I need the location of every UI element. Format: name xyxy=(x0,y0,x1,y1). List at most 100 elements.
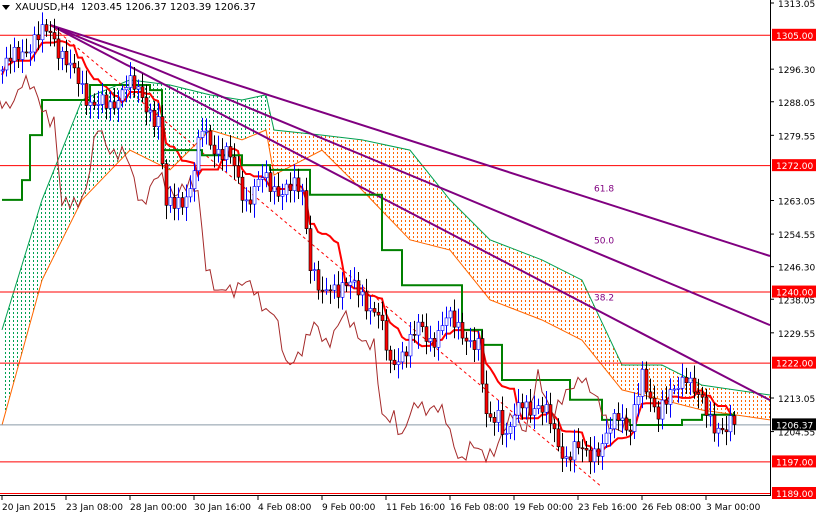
candle-body xyxy=(456,322,461,328)
candle-body xyxy=(204,130,209,133)
candle-body xyxy=(108,101,113,109)
candle-body xyxy=(572,441,577,461)
candle-body xyxy=(84,83,89,106)
candle-body xyxy=(496,410,501,423)
candle-body xyxy=(268,172,273,192)
candle-body xyxy=(660,399,665,420)
candle-body xyxy=(28,51,33,54)
candle-body xyxy=(400,351,405,363)
candle-body xyxy=(176,197,181,209)
cloud-segment xyxy=(322,135,362,191)
candle-body xyxy=(368,308,373,312)
candle-body xyxy=(292,177,297,191)
candle-body xyxy=(60,50,65,59)
candle-body xyxy=(524,401,529,409)
cloud-segment xyxy=(410,150,450,251)
price-chart[interactable]: 61.8 50.0 38.2 1313.05 1296.30 1288.05 1279.5… xyxy=(0,0,816,516)
candle-body xyxy=(52,32,57,40)
candle-body xyxy=(532,408,537,416)
ichimoku-cloud xyxy=(1,79,771,426)
candle-body xyxy=(580,447,585,450)
candle-body xyxy=(604,432,609,444)
candle-body xyxy=(392,359,397,365)
candle-body xyxy=(416,321,421,336)
cloud-segment xyxy=(42,99,82,281)
candle-body xyxy=(664,399,669,405)
level-label: 1240.00 xyxy=(776,289,813,299)
candle-body xyxy=(652,397,657,408)
candle-body xyxy=(596,448,601,457)
fan-label: 50.0 xyxy=(594,237,614,247)
candle-body xyxy=(8,57,13,62)
candle-body xyxy=(528,401,533,416)
candle-body xyxy=(520,402,525,409)
candle-body xyxy=(636,396,641,405)
candle-body xyxy=(444,317,449,326)
candle-body xyxy=(72,62,77,69)
candle-body xyxy=(124,87,129,91)
candle-body xyxy=(164,163,169,206)
level-label: 1305.00 xyxy=(776,32,813,42)
candle-body xyxy=(476,338,481,350)
candle-body xyxy=(436,330,441,348)
candle-body xyxy=(624,417,629,431)
candle-body xyxy=(728,415,733,433)
time-tick-label: 16 Feb 08:00 xyxy=(450,503,509,513)
candle-body xyxy=(20,51,25,60)
cloud-segment xyxy=(362,139,410,240)
candle-body xyxy=(96,104,101,106)
candle-body xyxy=(160,116,165,164)
candle-body xyxy=(576,441,581,449)
candle-body xyxy=(680,377,685,389)
candle-body xyxy=(372,308,377,313)
level-label: 1189.00 xyxy=(776,490,813,500)
candle-body xyxy=(316,269,321,291)
candle-body xyxy=(44,24,49,32)
time-tick-label: 26 Feb 08:00 xyxy=(642,503,701,513)
candle-body xyxy=(332,284,337,291)
candle-body xyxy=(584,448,589,451)
candle-body xyxy=(724,429,729,433)
dropdown-triangle-icon[interactable] xyxy=(2,4,10,10)
candle-body xyxy=(452,310,457,328)
candle-body xyxy=(720,427,725,431)
candle-body xyxy=(472,340,477,350)
candle-body xyxy=(480,338,485,385)
candle-body xyxy=(236,165,241,178)
candle-body xyxy=(56,38,61,59)
time-tick-label: 3 Mar 00:00 xyxy=(706,503,761,513)
cloud-segment xyxy=(242,94,266,140)
candle-body xyxy=(440,325,445,331)
candle-body xyxy=(68,62,73,66)
candle-body xyxy=(48,30,53,33)
candle-body xyxy=(100,94,105,105)
candle-body xyxy=(644,369,649,393)
candle-body xyxy=(460,322,465,339)
candle-body xyxy=(632,404,637,432)
candle-body xyxy=(216,149,221,155)
candle-body xyxy=(308,228,313,272)
candle-body xyxy=(512,414,517,427)
candle-body xyxy=(628,429,633,432)
candle-body xyxy=(360,291,365,296)
candle-body xyxy=(648,391,653,399)
candle-body xyxy=(288,183,293,191)
candle-body xyxy=(380,314,385,321)
candle-body xyxy=(600,443,605,457)
open-value: 1203.45 xyxy=(80,2,123,13)
candle-body xyxy=(260,177,265,180)
candle-body xyxy=(16,46,21,60)
candle-body xyxy=(172,196,177,209)
candle-body xyxy=(588,449,593,462)
candle-body xyxy=(156,116,161,127)
candle-body xyxy=(484,383,489,415)
candle-body xyxy=(36,34,41,41)
candle-body xyxy=(152,110,157,127)
cloud-segment xyxy=(490,239,542,320)
candle-body xyxy=(732,415,737,425)
time-axis: 20 Jan 2015 23 Jan 08:00 28 Jan 00:00 30 Ja… xyxy=(1,495,761,513)
candle-body xyxy=(564,456,569,459)
candle-body xyxy=(364,291,369,312)
candle-body xyxy=(504,433,509,435)
time-tick-label: 11 Feb 16:00 xyxy=(386,503,445,513)
